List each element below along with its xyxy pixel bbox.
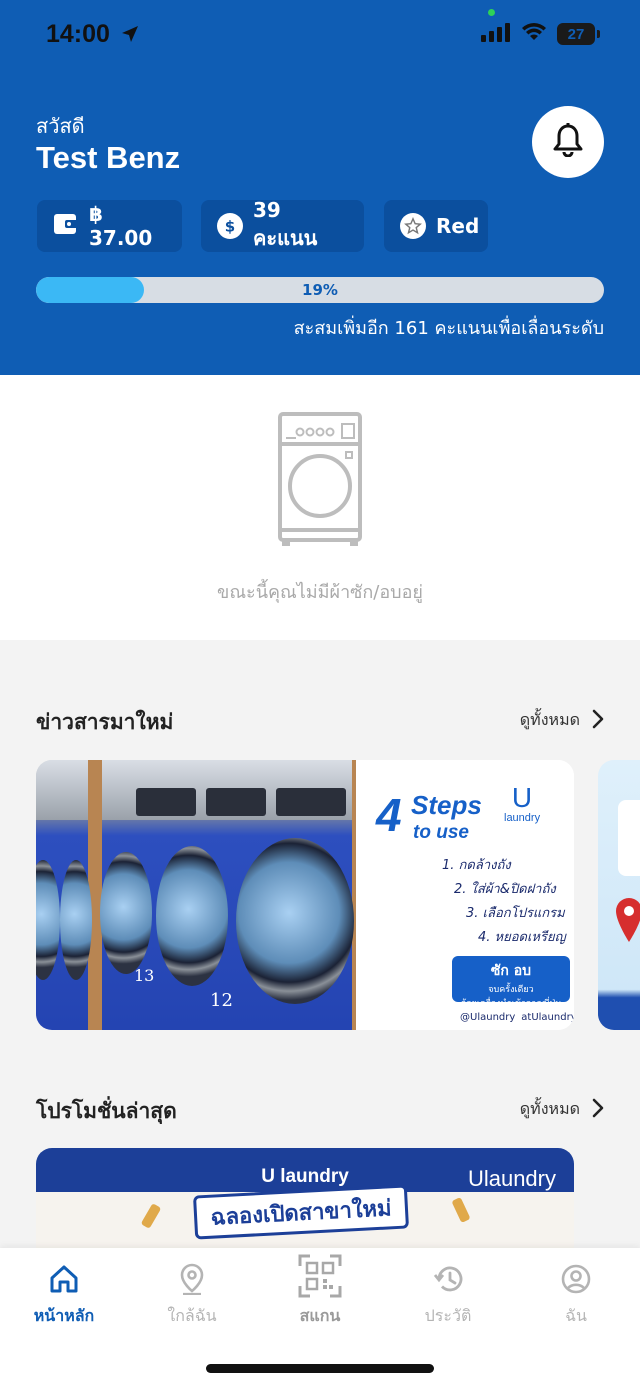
battery-tip [597,30,600,38]
camera-indicator [488,9,495,16]
header: 14:00 27 สวัสดี Test Benz ฿ 37.00 $ 39 ค… [0,0,640,375]
tier-progress-label: 19% [302,281,338,299]
tier-name: Red [436,214,480,238]
confetti-decoration [140,1203,162,1229]
nav-label: ใกล้ฉัน [167,1306,217,1325]
status-bar: 14:00 27 [0,0,640,72]
machine-number: 13 [134,966,155,985]
map-pin-icon [616,898,640,946]
profile-icon [521,1262,631,1296]
signal-icon [481,22,511,46]
notification-button[interactable] [532,106,604,178]
machine-control-display [206,788,266,816]
dollar-coin-icon: $ [217,213,243,239]
facebook-handle: atUlaundry [521,1012,574,1023]
home-icon [9,1262,119,1296]
news-card[interactable]: 13 12 4 Steps to use U laundry 1. กดล้าง… [36,760,574,1030]
logo-word: laundry [504,812,541,824]
laundry-status-panel: ขณะนี้คุณไม่มีผ้าซัก/อบอยู่ [0,375,640,640]
home-indicator [206,1364,434,1373]
nav-item-profile[interactable]: ฉัน [521,1262,631,1329]
news-card-next-panel [618,800,640,876]
washer-door [236,838,354,1004]
step-line: 1. กดล้างถัง [442,858,511,873]
history-icon [393,1262,503,1296]
washing-machine-icon [276,412,364,552]
wallet-balance-chip[interactable]: ฿ 37.00 [37,200,182,252]
svg-text:$: $ [225,218,235,236]
news-card-info: 4 Steps to use U laundry 1. กดล้างถัง 2.… [356,760,574,1030]
wash-dry-title: ซัก อบ [490,963,532,979]
promotions-see-all-label: ดูทั้งหมด [519,1099,580,1118]
status-icons: 27 [481,22,600,46]
status-time: 14:00 [46,20,110,48]
promotions-section-title: โปรโมชั่นล่าสุด [36,1099,177,1123]
wallet-balance: ฿ 37.00 [89,202,153,250]
user-name: Test Benz [36,140,181,175]
social-handles: @Ulaundry atUlaundry [460,1012,574,1023]
wifi-icon [521,22,547,46]
step-line: 2. ใส่ผ้า&ปิดฝาถัง [454,882,556,897]
washer-door [156,846,228,986]
washer-door [60,860,92,980]
location-arrow-icon [120,24,140,48]
wash-dry-badge: ซัก อบ จบครั้งเดียว ด้วยเครื่องนำเข้าจาก… [452,956,570,1009]
points-value: 39 คะแนน [253,198,318,250]
nav-item-history[interactable]: ประวัติ [393,1262,503,1329]
line-handle: @Ulaundry [460,1012,516,1023]
nav-item-nearby[interactable]: ใกล้ฉัน [137,1262,247,1329]
step-line: 3. เลือกโปรแกรม [466,906,565,921]
promotions-see-all-link[interactable]: ดูทั้งหมด [520,1097,604,1122]
tier-chip[interactable]: Red [384,200,488,252]
nav-label: ฉัน [565,1306,587,1325]
greeting-text: สวัสดี [36,114,85,138]
empty-laundry-message: ขณะนี้คุณไม่มีผ้าซัก/อบอยู่ [217,582,423,603]
washer-door [100,852,152,974]
nav-item-home[interactable]: หน้าหลัก [9,1262,119,1329]
nav-label: หน้าหลัก [33,1306,95,1325]
star-badge-icon [400,213,426,239]
steps-number: 4 [376,789,402,841]
points-chip[interactable]: $ 39 คะแนน [201,198,364,252]
wallet-icon [53,212,79,241]
news-card-photo: 13 12 [36,760,356,1030]
steps-subtitle: to use [413,822,469,843]
wash-dry-sub: ด้วยเครื่องนำเข้าจากญี่ปุ่น [460,999,562,1009]
promotion-ribbon: ฉลองเปิดสาขาใหม่ [192,1184,410,1240]
wash-dry-sub: จบครั้งเดียว [488,985,534,995]
qr-scan-icon [265,1254,375,1298]
chevron-right-icon [592,1098,604,1122]
washer-door [36,860,60,980]
promotion-card[interactable]: U laundry Ulaundry ฉลองเปิดสาขาใหม่ [36,1148,574,1258]
news-section-title: ข่าวสารมาใหม่ [36,710,174,734]
machine-number: 12 [210,990,233,1011]
location-pin-icon [137,1262,247,1296]
machine-control-display [276,788,346,816]
tier-progress-note: สะสมเพิ่มอีก 161 คะแนนเพื่อเลื่อนระดับ [293,318,604,339]
news-see-all-label: ดูทั้งหมด [519,710,580,729]
bell-icon [552,123,584,161]
steps-word: Steps [411,790,482,820]
chevron-right-icon [592,709,604,733]
nav-item-scan[interactable]: สแกน [265,1254,375,1329]
promotion-brand-logo: Ulaundry [467,1166,556,1191]
battery-icon: 27 [557,23,595,45]
tier-progress-bar: 19% [36,277,604,303]
ulaundry-logo: U laundry [504,782,541,825]
step-line: 4. หยอดเหรียญ [478,930,566,945]
news-card-next[interactable] [598,760,640,1030]
nav-label: สแกน [299,1306,341,1325]
machine-control-display [136,788,196,816]
news-see-all-link[interactable]: ดูทั้งหมด [520,708,604,733]
nav-label: ประวัติ [424,1306,472,1325]
logo-u: U [511,782,533,813]
confetti-decoration [451,1197,471,1223]
